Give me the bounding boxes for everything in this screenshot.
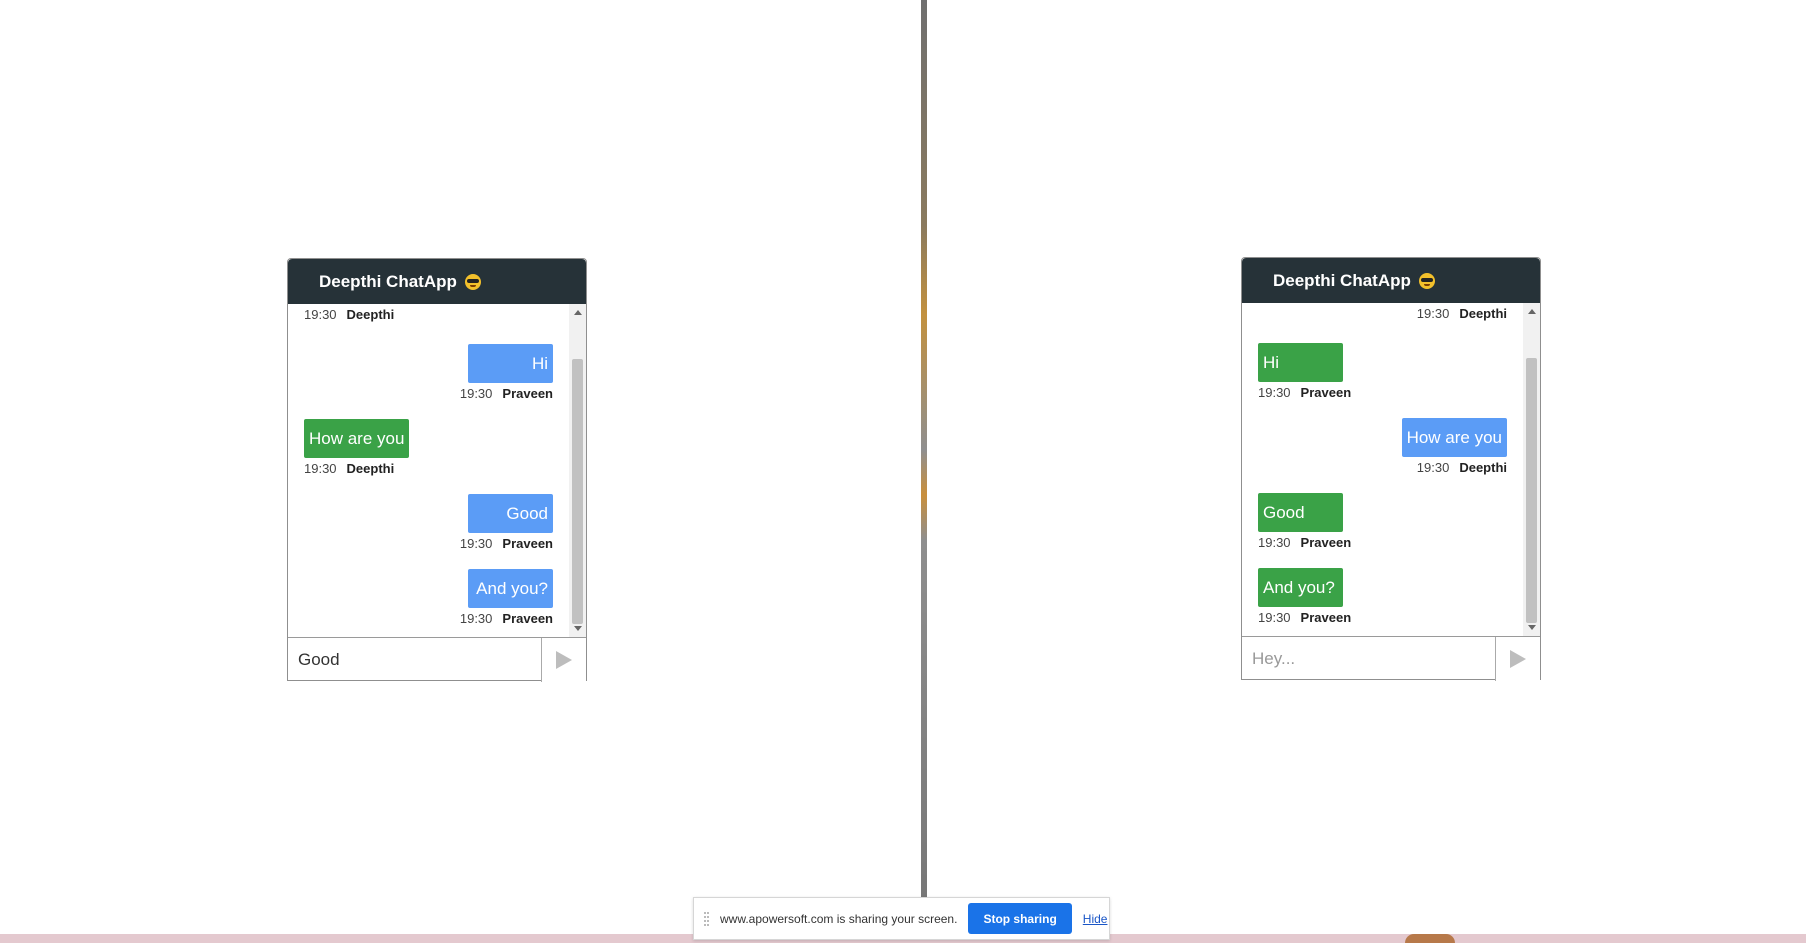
- message-input[interactable]: [1242, 637, 1495, 681]
- window-divider: [921, 0, 927, 900]
- message-sender: Praveen: [502, 536, 553, 551]
- message-time: 19:30: [459, 536, 493, 551]
- message-sender: Deepthi: [346, 461, 395, 476]
- message-input[interactable]: [288, 638, 541, 682]
- scroll-down-arrow-icon[interactable]: [1528, 625, 1536, 630]
- hide-link[interactable]: Hide: [1083, 912, 1108, 926]
- message-bubble: And you?: [1258, 568, 1343, 607]
- chat-window-right: Deepthi ChatApp 19:30 Deepthi Hi 19:30 Pra…: [1241, 257, 1541, 681]
- chat-title: Deepthi ChatApp: [319, 271, 457, 291]
- message-time: 19:30: [1416, 306, 1450, 321]
- message-sender: Praveen: [1300, 385, 1352, 400]
- stop-sharing-button[interactable]: Stop sharing: [968, 903, 1072, 934]
- message-time: 19:30: [1258, 535, 1291, 550]
- message-list[interactable]: 19:30 Deepthi Hi 19:30 Praveen How are you…: [1242, 303, 1540, 637]
- message-time: 19:30: [1258, 610, 1291, 625]
- message-sender: Deepthi: [1459, 460, 1507, 475]
- sunglasses-emoji-icon: [1418, 272, 1435, 289]
- send-arrow-icon: [556, 651, 572, 669]
- message-meta: 19:30 Deepthi: [304, 307, 553, 327]
- message-sender: Deepthi: [346, 307, 395, 322]
- message-sender: Praveen: [502, 611, 553, 626]
- scroll-thumb[interactable]: [572, 359, 583, 624]
- message-sender: Praveen: [502, 386, 553, 401]
- send-button[interactable]: [1495, 637, 1540, 681]
- share-message: www.apowersoft.com is sharing your scree…: [720, 911, 958, 926]
- message-bubble: Hi: [468, 344, 553, 383]
- message-time: 19:30: [304, 307, 337, 322]
- list-item: Good 19:30 Praveen: [304, 494, 553, 552]
- chat-title: Deepthi ChatApp: [1273, 270, 1411, 290]
- message-bubble: How are you: [304, 419, 410, 458]
- scroll-up-arrow-icon[interactable]: [574, 310, 582, 315]
- message-bubble: Good: [468, 494, 553, 533]
- message-bubble: How are you: [1401, 418, 1507, 457]
- screen-share-bar: www.apowersoft.com is sharing your scree…: [693, 897, 1110, 940]
- message-sender: Praveen: [1300, 610, 1352, 625]
- message-bubble: Hi: [1258, 343, 1343, 382]
- message-bubble: Good: [1258, 493, 1343, 532]
- list-item: Hi 19:30 Praveen: [1258, 343, 1507, 401]
- scroll-thumb[interactable]: [1526, 358, 1537, 623]
- drag-handle-icon[interactable]: [704, 911, 709, 926]
- chat-window-left: Deepthi ChatApp 19:30 Deepthi Hi 19:30 Pra…: [287, 258, 587, 682]
- list-item: Good 19:30 Praveen: [1258, 493, 1507, 551]
- composer: [1242, 637, 1540, 681]
- list-item: Hi 19:30 Praveen: [304, 344, 553, 402]
- send-arrow-icon: [1510, 650, 1526, 668]
- list-item: How are you 19:30 Deepthi: [1258, 418, 1507, 476]
- message-sender: Praveen: [1300, 535, 1352, 550]
- message-time: 19:30: [459, 611, 493, 626]
- chat-header: Deepthi ChatApp: [1242, 258, 1540, 303]
- chat-header: Deepthi ChatApp: [288, 259, 586, 304]
- scroll-down-arrow-icon[interactable]: [574, 626, 582, 631]
- composer: [288, 638, 586, 682]
- list-item: How are you 19:30 Deepthi: [304, 419, 553, 477]
- message-time: 19:30: [304, 461, 337, 476]
- message-time: 19:30: [1416, 460, 1450, 475]
- scrollbar[interactable]: [569, 304, 586, 637]
- scrollbar[interactable]: [1523, 303, 1540, 636]
- list-item: And you? 19:30 Praveen: [1258, 568, 1507, 626]
- message-time: 19:30: [1258, 385, 1291, 400]
- message-meta: 19:30 Deepthi: [1258, 306, 1507, 326]
- send-button[interactable]: [541, 638, 586, 682]
- message-time: 19:30: [459, 386, 493, 401]
- message-list[interactable]: 19:30 Deepthi Hi 19:30 Praveen How are you…: [288, 304, 586, 638]
- scroll-up-arrow-icon[interactable]: [1528, 309, 1536, 314]
- message-bubble: And you?: [468, 569, 553, 608]
- list-item: And you? 19:30 Praveen: [304, 569, 553, 627]
- message-sender: Deepthi: [1459, 306, 1507, 321]
- sunglasses-emoji-icon: [464, 273, 481, 290]
